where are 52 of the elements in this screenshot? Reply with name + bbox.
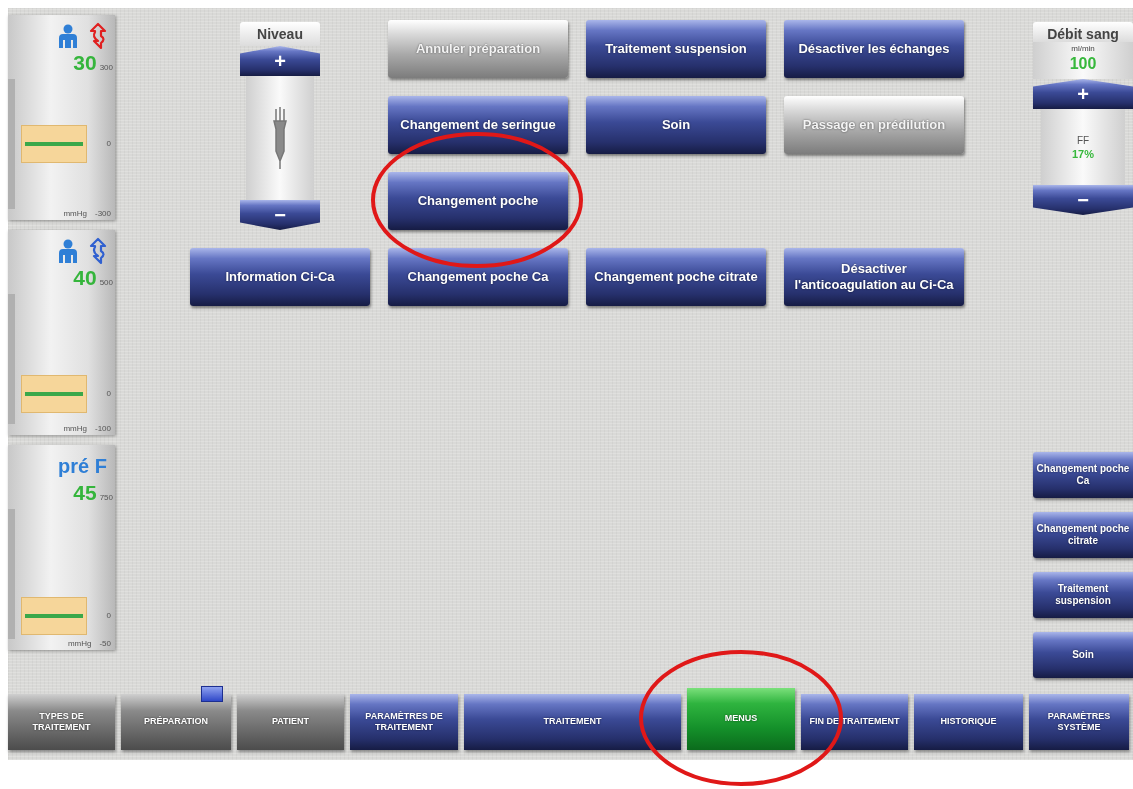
nav-tab[interactable]: PARAMÈTRES DE TRAITEMENT xyxy=(350,694,458,750)
scale-zero: 0 xyxy=(106,139,111,148)
unit-label: mmHg xyxy=(67,639,92,648)
decrease-button[interactable]: − xyxy=(1033,185,1133,215)
scale-zero: 0 xyxy=(106,388,111,398)
syringe-icon xyxy=(270,107,290,169)
scale-zero: 0 xyxy=(106,611,111,621)
scale-max: 750 xyxy=(99,493,113,502)
ff-value: 17% xyxy=(1072,147,1094,160)
gauge-value: 30 xyxy=(73,51,97,75)
flow-unit: ml/min xyxy=(1071,44,1095,53)
decrease-button[interactable]: − xyxy=(240,200,320,230)
scale-min: -100 xyxy=(95,424,111,433)
shortcut-button[interactable]: Traitement suspension xyxy=(1033,572,1133,618)
flow-value: 100 xyxy=(1069,55,1097,73)
cycle-arrows-icon xyxy=(89,22,107,50)
menu-button[interactable]: Changement poche citrate xyxy=(586,248,766,306)
scale-max: 300 xyxy=(99,63,113,72)
scale-max: 500 xyxy=(99,278,113,287)
menu-button[interactable]: Changement poche Ca xyxy=(388,248,568,306)
level-title: Niveau xyxy=(240,22,320,46)
menu-button[interactable]: Traitement suspension xyxy=(586,20,766,78)
scale-min: -300 xyxy=(95,209,111,218)
cycle-arrows-icon xyxy=(89,237,107,265)
menu-button[interactable]: Changement de seringue xyxy=(388,96,568,154)
gauge-value: 40 xyxy=(73,266,97,290)
gauge-value: 45 xyxy=(73,481,97,505)
menu-button[interactable]: Changement poche xyxy=(388,172,568,230)
pressure-window xyxy=(21,597,87,636)
menu-button[interactable]: Information Ci-Ca xyxy=(190,248,370,306)
pressure-window xyxy=(21,374,87,413)
unit-label: mmHg xyxy=(63,424,87,433)
nav-tab[interactable]: HISTORIQUE xyxy=(914,694,1023,750)
shortcut-button[interactable]: Changement poche citrate xyxy=(1033,512,1133,558)
blood-flow-title: Débit sang xyxy=(1033,22,1133,42)
increase-button[interactable]: + xyxy=(1033,79,1133,109)
pressure-window xyxy=(21,125,87,163)
menu-button[interactable]: Soin xyxy=(586,96,766,154)
scale-min: -50 xyxy=(99,639,111,648)
nav-tab[interactable]: PARAMÈTRES SYSTÈME xyxy=(1029,694,1129,750)
shortcut-button[interactable]: Soin xyxy=(1033,632,1133,678)
increase-button[interactable]: + xyxy=(240,46,320,76)
shortcut-button[interactable]: Changement poche Ca xyxy=(1033,452,1133,498)
gauge-label: pré F xyxy=(58,454,107,478)
nav-tab[interactable]: FIN DE TRAITEMENT xyxy=(801,694,908,750)
unit-label: mmHg xyxy=(63,209,87,218)
ff-label: FF xyxy=(1076,134,1090,146)
menu-button[interactable]: Désactiver les échanges xyxy=(784,20,964,78)
person-icon xyxy=(57,239,79,263)
nav-tab[interactable]: TRAITEMENT xyxy=(464,694,681,750)
person-icon xyxy=(57,24,79,48)
menu-button[interactable]: Désactiver l'anticoagulation au Ci-Ca xyxy=(784,248,964,306)
